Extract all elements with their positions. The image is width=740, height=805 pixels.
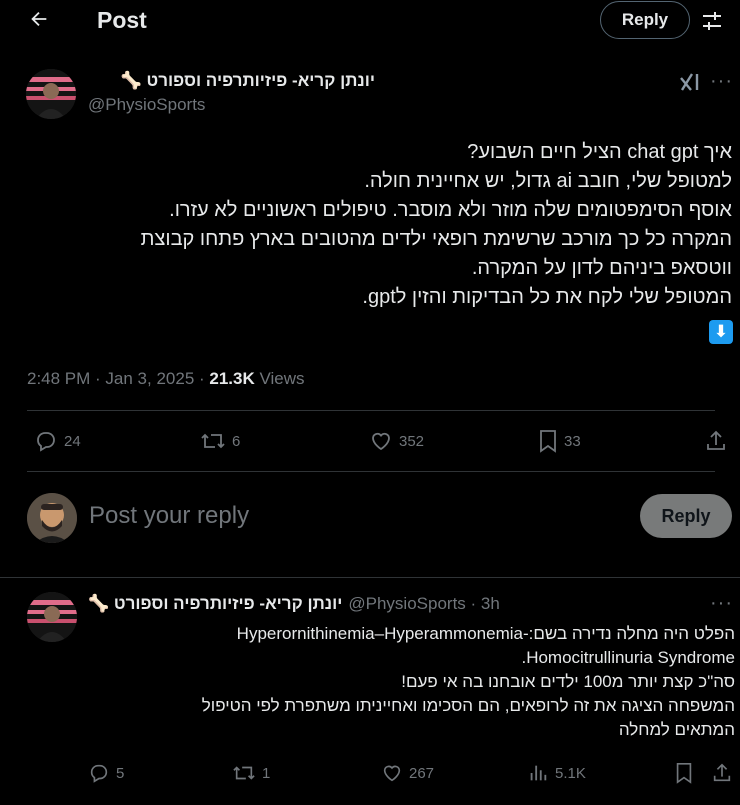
reply-like-count: 267 — [409, 764, 435, 782]
views-count: 21.3K — [209, 369, 255, 388]
post-meta: 2:48 PM · Jan 3, 2025 · 21.3K Views — [27, 369, 305, 389]
like-count: 352 — [399, 432, 425, 450]
reply-input[interactable]: Post your reply — [89, 502, 249, 530]
reply-submit-button[interactable]: Reply — [640, 494, 732, 538]
post-line: למטופל שלי, חובב ai גדול, יש אחיינית חול… — [364, 170, 732, 192]
author-name: יונתן קריא- פיזיותרפיה וספורט — [146, 71, 375, 90]
divider — [27, 410, 715, 411]
reply-author-name: יונתן קריא- פיזיותרפיה וספורט — [113, 594, 343, 613]
back-arrow-icon[interactable] — [28, 8, 50, 37]
my-avatar[interactable] — [27, 493, 77, 543]
author-handle[interactable]: @PhysioSports — [88, 95, 205, 115]
more-options-icon[interactable]: ··· — [710, 592, 733, 615]
share-icon[interactable] — [711, 762, 733, 789]
bookmark-action[interactable]: 33 — [538, 429, 581, 453]
bone-emoji: 🦴 — [88, 594, 110, 613]
post-line: המקרה כל כך מורכב שרשימת רופאי ילדים מהט… — [140, 228, 732, 250]
post-body: איך chat gpt הציל חיים השבוע? למטופל שלי… — [32, 138, 732, 312]
down-arrow-emoji: ⬇ — [709, 320, 733, 344]
repost-icon — [201, 433, 225, 449]
reply-line: סה"כ קצת יותר מ100 ילדים אובחנו בה אי פע… — [401, 672, 735, 691]
reply-line: המשפחה הציגה את זה לרופאים, הם הסכימו וא… — [201, 696, 735, 715]
post-line: אוסף הסימפטומים שלה מוזר ולא מוסבר. טיפו… — [169, 199, 732, 221]
bone-emoji: 🦴 — [120, 71, 142, 90]
repost-action[interactable]: 6 — [200, 429, 240, 453]
avatar[interactable] — [26, 69, 76, 119]
post-timestamp[interactable]: 2:48 PM · Jan 3, 2025 · — [27, 369, 209, 388]
divider — [0, 577, 740, 578]
reply-line: Homocitrullinuria Syndrome. — [521, 648, 735, 667]
reply-avatar[interactable] — [27, 592, 77, 642]
bookmark-count: 33 — [564, 432, 581, 450]
reply-reply-count: 5 — [116, 764, 125, 782]
reply-line: הפלט היה מחלה נדירה בשם:-Hyperornithinem… — [236, 624, 735, 643]
reply-header-button[interactable]: Reply — [600, 1, 690, 39]
comment-icon — [90, 764, 108, 783]
divider — [27, 471, 715, 472]
heart-icon — [383, 765, 401, 782]
post-line: המטופל שלי לקח את כל הבדיקות והזין לgpt. — [362, 286, 732, 308]
comment-icon — [37, 432, 55, 452]
more-options-icon[interactable]: ··· — [710, 70, 733, 93]
post-line: איך chat gpt הציל חיים השבוע? — [467, 141, 732, 163]
reply-reply-action[interactable]: 5 — [88, 762, 124, 784]
reply-body: הפלט היה מחלה נדירה בשם:-Hyperornithinem… — [95, 622, 735, 742]
repost-count: 6 — [232, 432, 241, 450]
repost-icon — [233, 766, 255, 780]
views-label: Views — [254, 369, 305, 388]
reply-repost-count: 1 — [262, 764, 271, 782]
top-bar: Post Reply — [0, 0, 740, 44]
bookmark-icon — [540, 430, 556, 453]
heart-icon — [372, 432, 390, 451]
page-title: Post — [97, 7, 147, 33]
reply-handle-time[interactable]: @PhysioSports · 3h — [348, 594, 499, 614]
reply-header: יונתן קריא- פיזיותרפיה וספורט 🦴 @PhysioS… — [88, 594, 500, 614]
reply-author-row[interactable]: יונתן קריא- פיזיותרפיה וספורט 🦴 — [88, 594, 342, 614]
reply-views-count: 5.1K — [555, 764, 586, 782]
sliders-icon[interactable] — [700, 9, 724, 38]
analytics-icon — [530, 765, 547, 781]
bookmark-icon[interactable] — [674, 762, 694, 789]
reply-action[interactable]: 24 — [34, 429, 81, 453]
reply-repost-action[interactable]: 1 — [232, 762, 270, 784]
reply-views-action[interactable]: 5.1K — [527, 762, 586, 784]
grok-icon[interactable] — [679, 72, 701, 97]
like-action[interactable]: 352 — [369, 429, 424, 453]
author-name-row[interactable]: יונתן קריא- פיזיותרפיה וספורט 🦴 — [121, 71, 375, 91]
reply-count: 24 — [64, 432, 81, 450]
reply-like-action[interactable]: 267 — [381, 762, 434, 784]
share-icon[interactable] — [704, 429, 728, 458]
post-line: ווטסאפ ביניהם לדון על המקרה. — [471, 257, 732, 279]
reply-line: המתאים למחלה — [618, 720, 735, 739]
